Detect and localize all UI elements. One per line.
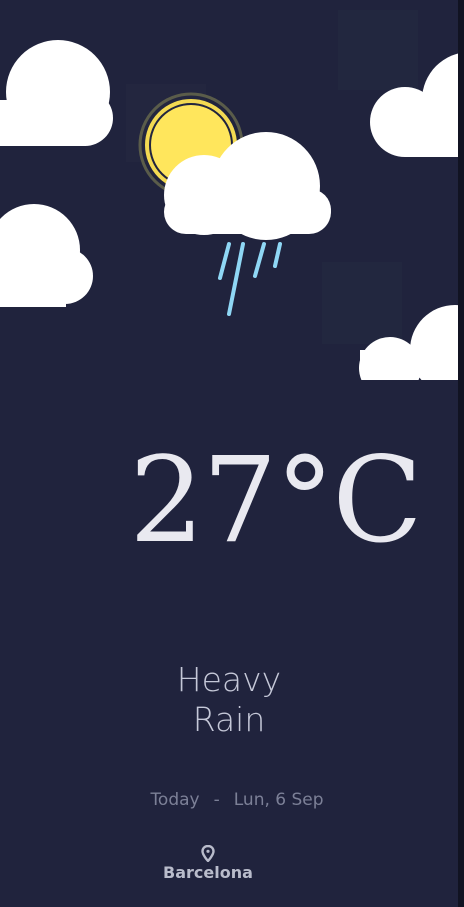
date-label: Lun, 6 Sep <box>233 790 324 810</box>
bg-tile <box>322 262 402 344</box>
rain-icon <box>218 242 282 316</box>
weather-illustration <box>0 10 458 380</box>
cloud-icon <box>0 204 93 307</box>
bg-tile <box>338 10 418 90</box>
window-edge <box>458 0 464 907</box>
day-label: Today <box>150 790 200 810</box>
cloud-icon <box>0 40 113 146</box>
city-name: Barcelona <box>163 863 253 882</box>
condition-line-1: Heavy <box>176 660 282 699</box>
condition-line-2: Rain <box>192 700 266 739</box>
date-line: Today - Lun, 6 Sep <box>0 788 458 812</box>
temperature: 27°C <box>129 431 422 569</box>
date-separator: - <box>213 790 220 810</box>
weather-condition: Heavy Rain <box>129 660 329 740</box>
weather-screen: 27°C Heavy Rain Today - Lun, 6 Sep Barcelo… <box>0 0 458 907</box>
location[interactable]: Barcelona <box>160 845 256 884</box>
map-pin-icon <box>201 845 215 862</box>
